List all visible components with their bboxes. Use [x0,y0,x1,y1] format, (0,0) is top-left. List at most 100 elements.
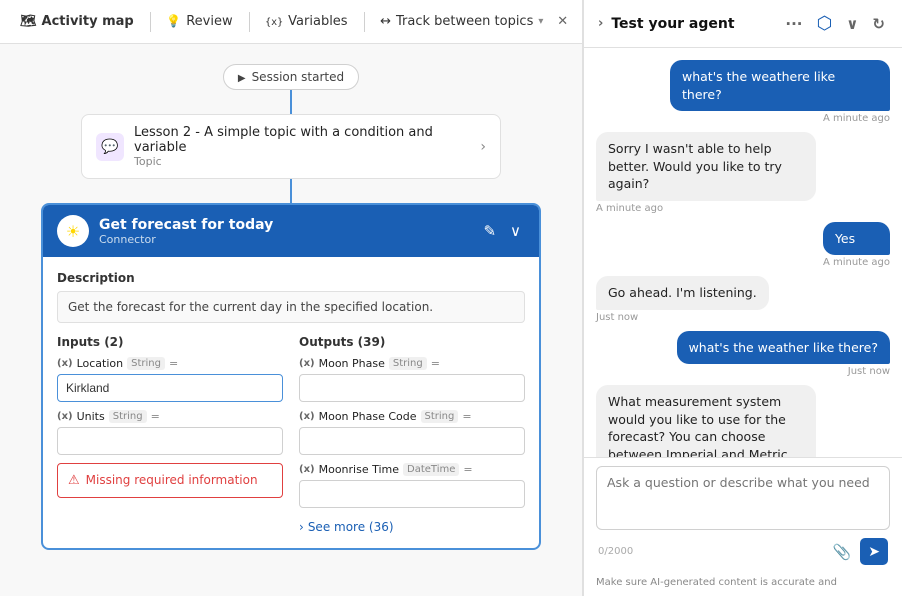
moon-phase-code-param-name: Moon Phase Code [319,410,417,423]
right-panel: › Test your agent ··· ⬡ ∨ ↻ what's the w… [583,0,902,596]
units-param-row: (x) Units String = [57,410,283,423]
moon-phase-x-icon: (x) [299,358,315,369]
track-arrow-icon: ▾ [538,16,543,27]
user-time-3: Just now [677,366,890,377]
connector-header: Get forecast for today Connector ✎ ∨ [43,205,539,257]
moon-phase-param-row: (x) Moon Phase String = [299,357,525,370]
moon-phase-code-input[interactable] [299,427,525,455]
close-button[interactable]: ✕ [555,8,570,36]
outputs-column: Outputs (39) (x) Moon Phase String = [299,335,525,534]
topic-card[interactable]: 💬 Lesson 2 - A simple topic with a condi… [81,114,501,179]
topic-subtitle: Topic [134,155,470,168]
connector-wrapper: Get forecast for today Connector ✎ ∨ Des… [41,203,541,550]
chat-header: › Test your agent ··· ⬡ ∨ ↻ [584,0,902,48]
moonrise-time-param-row: (x) Moonrise Time DateTime = [299,463,525,476]
bot-message-1: Sorry I wasn't able to help better. Woul… [596,132,816,214]
moon-phase-code-type: String [421,410,459,423]
moonrise-time-type: DateTime [403,463,459,476]
topic-title: Lesson 2 - A simple topic with a conditi… [134,125,470,155]
units-x-icon: (x) [57,411,73,422]
flow-line-2 [290,179,292,203]
chat-header-title: Test your agent [611,16,734,32]
refresh-icon[interactable]: ↻ [869,12,888,36]
see-more-button[interactable]: › See more (36) [299,520,525,534]
user-message-2: Yes A minute ago [823,222,890,269]
units-input[interactable] [57,427,283,455]
bot-bubble-1: Sorry I wasn't able to help better. Woul… [596,132,816,201]
location-input[interactable] [57,374,283,402]
chat-messages: what's the weathere like there? A minute… [584,48,902,457]
user-bubble-3: what's the weather like there? [677,331,890,365]
location-eq: = [169,357,178,370]
units-param-name: Units [77,410,105,423]
left-panel: Activity map Review Variables Track betw… [0,0,583,596]
location-param-name: Location [77,357,124,370]
connector-sun-icon [57,215,89,247]
topic-chevron-icon[interactable]: › [480,139,486,155]
review-icon [166,14,181,29]
variables-icon [265,14,283,29]
nav-divider-1 [150,12,151,32]
see-more-chevron-icon: › [299,520,304,534]
track-icon [380,14,391,29]
expand-icon: › [598,16,603,31]
io-columns: Inputs (2) (x) Location String = [57,335,525,534]
top-nav: Activity map Review Variables Track betw… [0,0,582,44]
send-button[interactable]: ➤ [860,538,888,565]
copilot-brand-icon: ⬡ [814,10,836,37]
expand-connector-button[interactable]: ∨ [506,220,525,242]
moon-phase-eq: = [431,357,440,370]
user-message-1: what's the weathere like there? A minute… [670,60,890,124]
location-x-icon: (x) [57,358,73,369]
topic-content: Lesson 2 - A simple topic with a conditi… [134,125,470,168]
attach-button[interactable]: 📎 [830,540,855,564]
moonrise-time-x-icon: (x) [299,464,315,475]
nav-activity-map[interactable]: Activity map [12,8,142,35]
connector-card: Get forecast for today Connector ✎ ∨ Des… [41,203,541,550]
bot-time-2: Just now [596,312,769,323]
bot-message-3: What measurement system would you like t… [596,385,816,457]
chat-bubble-icon: 💬 [101,139,118,155]
char-count: 0/2000 [598,546,633,557]
chevron-down-icon[interactable]: ∨ [843,12,861,36]
moon-phase-param-name: Moon Phase [319,357,385,370]
sun-icon [66,222,80,241]
inputs-column: Inputs (2) (x) Location String = [57,335,283,534]
more-options-icon[interactable]: ··· [782,12,805,36]
location-param-row: (x) Location String = [57,357,283,370]
description-label: Description [57,271,525,285]
connector-actions: ✎ ∨ [479,220,525,242]
chat-input[interactable] [596,466,890,530]
location-param-type: String [127,357,165,370]
inputs-header: Inputs (2) [57,335,283,349]
bot-bubble-3: What measurement system would you like t… [596,385,816,457]
user-message-3: what's the weather like there? Just now [677,331,890,378]
moon-phase-input[interactable] [299,374,525,402]
session-started-badge: Session started [223,64,359,90]
moonrise-time-input[interactable] [299,480,525,508]
units-eq: = [151,410,160,423]
chat-input-area: 0/2000 📎 ➤ [584,457,902,573]
nav-divider-3 [364,12,365,32]
flow-line-1 [290,90,292,114]
error-text: Missing required information [86,472,258,489]
connector-body: Description Get the forecast for the cur… [43,257,539,548]
moon-phase-code-x-icon: (x) [299,411,315,422]
moonrise-time-param-name: Moonrise Time [319,463,399,476]
play-icon [238,70,246,84]
bot-message-2: Go ahead. I'm listening. Just now [596,276,769,323]
chat-disclaimer: Make sure AI-generated content is accura… [584,573,902,596]
nav-review[interactable]: Review [158,8,240,35]
connector-title-block: Get forecast for today Connector [99,217,469,246]
description-text: Get the forecast for the current day in … [57,291,525,323]
connector-type: Connector [99,233,469,246]
edit-connector-button[interactable]: ✎ [479,220,500,242]
nav-variables[interactable]: Variables [257,8,355,35]
nav-track[interactable]: Track between topics ▾ [372,8,551,35]
outputs-header: Outputs (39) [299,335,525,349]
moon-phase-code-param-row: (x) Moon Phase Code String = [299,410,525,423]
moonrise-time-eq: = [463,463,472,476]
nav-divider-2 [249,12,250,32]
connector-title: Get forecast for today [99,217,469,233]
topic-icon: 💬 [96,133,124,161]
